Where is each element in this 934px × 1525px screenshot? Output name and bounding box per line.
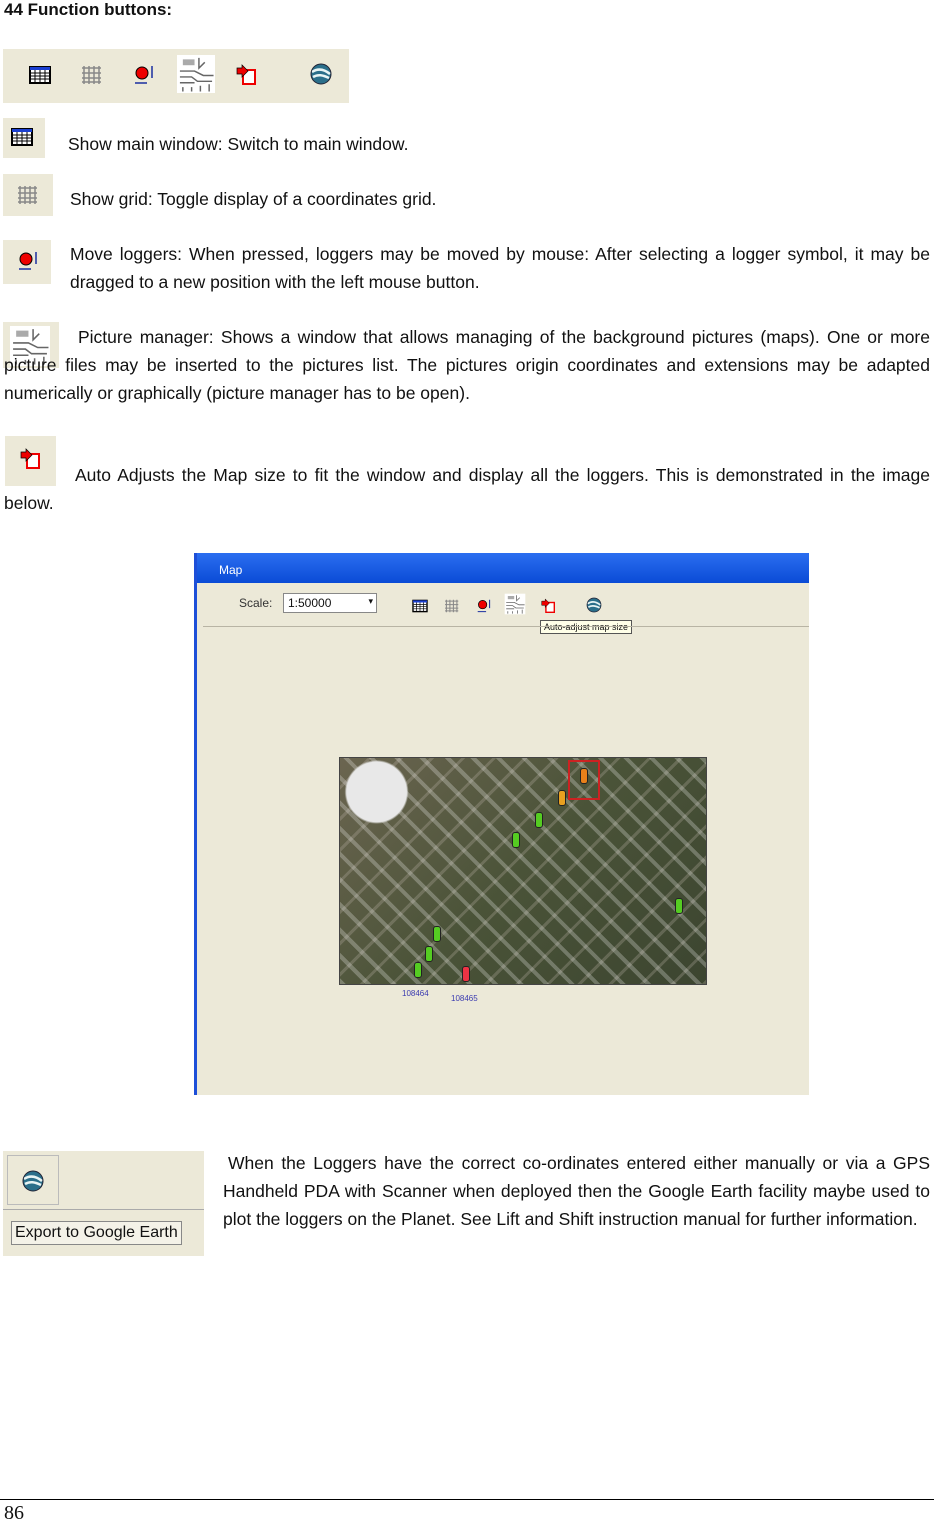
google-earth-icon [21,1169,45,1193]
map-title-bar: Map [197,553,809,583]
grid-icon-box [3,174,53,216]
google-earth-button[interactable] [7,1155,59,1205]
google-earth-text: When the Loggers have the correct co-ord… [223,1153,930,1229]
move-loggers-icon [18,251,37,270]
scale-select[interactable]: 1:50000 ▾ [283,593,377,613]
chevron-down-icon: ▾ [368,596,373,606]
move-loggers-icon[interactable] [475,597,493,615]
tooltip: Auto-adjust map size [540,620,633,634]
item-text: Move loggers: When pressed, loggers may … [70,244,930,292]
auto-adjust-icon[interactable] [539,597,557,615]
function-toolbar [3,49,349,103]
item-text: Show main window: Switch to main window. [68,134,409,154]
main-window-icon [11,128,33,146]
logger-marker[interactable] [414,962,422,978]
scale-value: 1:50000 [288,596,332,610]
map-window-screenshot: Map Scale: 1:50000 ▾ Auto-adjust map size… [194,553,809,1095]
scale-label: Scale: [239,596,273,610]
main-window-icon[interactable] [27,62,53,88]
section-heading: 44 Function buttons: [4,0,173,19]
logger-marker[interactable] [580,768,588,784]
logger-label: 108465 [451,994,478,1003]
logger-marker[interactable] [462,966,470,982]
logger-marker[interactable] [512,832,520,848]
google-earth-icon[interactable] [308,61,334,87]
move-loggers-icon-box [3,240,51,284]
footer-divider [0,1499,934,1500]
logger-marker[interactable] [558,790,566,806]
logger-marker[interactable] [675,898,683,914]
divider [203,626,809,627]
grid-icon[interactable] [443,597,461,615]
logger-marker[interactable] [425,946,433,962]
item-text: Show grid: Toggle display of a coordinat… [70,189,437,209]
satellite-map-image[interactable] [339,757,707,985]
logger-label: 108464 [402,989,429,998]
move-loggers-icon[interactable] [131,62,157,88]
logger-marker[interactable] [433,926,441,942]
item-text: Picture manager: Shows a window that all… [4,327,930,403]
grid-icon [17,185,38,205]
grid-icon[interactable] [79,62,105,88]
google-earth-icon[interactable] [585,596,603,614]
main-window-icon-box [3,118,45,158]
picture-manager-icon[interactable] [504,593,526,615]
item-text: Auto Adjusts the Map size to fit the win… [4,465,930,513]
google-earth-panel: Export to Google Earth [3,1151,204,1256]
picture-manager-icon[interactable] [177,55,215,93]
divider [3,1209,204,1210]
logger-marker[interactable] [535,812,543,828]
auto-adjust-icon[interactable] [233,62,259,88]
main-window-icon[interactable] [411,597,429,615]
export-google-earth-button[interactable]: Export to Google Earth [11,1221,182,1245]
